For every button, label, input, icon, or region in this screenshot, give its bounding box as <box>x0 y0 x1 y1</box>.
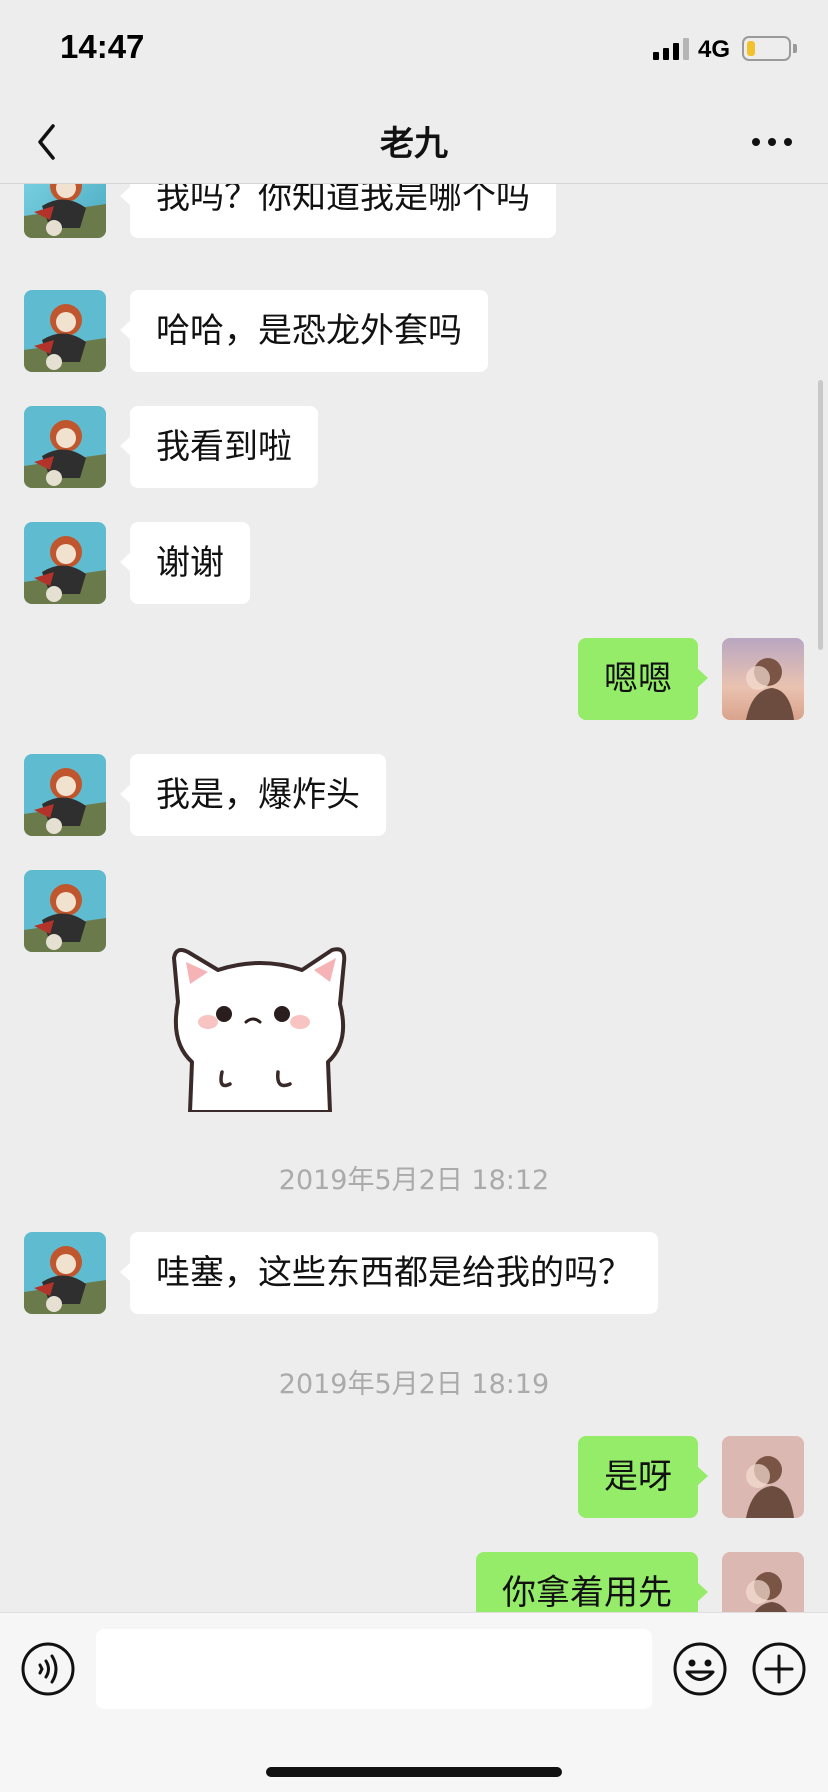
contact-avatar[interactable] <box>24 290 106 372</box>
chat-header: 老九 <box>0 100 828 184</box>
network-type: 4G <box>698 36 731 63</box>
battery-icon <box>742 36 791 61</box>
contact-avatar[interactable] <box>24 184 106 238</box>
message-input[interactable] <box>96 1629 652 1709</box>
white-cat-sticker[interactable] <box>160 922 360 1114</box>
status-time: 14:47 <box>60 28 145 65</box>
ellipsis-icon <box>752 138 792 146</box>
message-bubble-incoming[interactable]: 谢谢 <box>120 522 250 604</box>
message-list[interactable]: 我吗？你知道我是哪个吗 哈哈，是恐龙外套吗 我看到啦 谢谢 嗯嗯 我是，爆炸头 <box>0 184 828 1612</box>
scroll-indicator[interactable] <box>818 380 823 650</box>
battery-cap <box>793 44 797 53</box>
back-button[interactable] <box>22 114 78 170</box>
plus-circle-icon <box>752 1642 806 1696</box>
message-bubble-incoming[interactable]: 我吗？你知道我是哪个吗 <box>120 184 556 238</box>
contact-avatar[interactable] <box>24 754 106 836</box>
more-options-button[interactable] <box>742 114 802 170</box>
message-bubble-incoming[interactable]: 我是，爆炸头 <box>120 754 386 836</box>
contact-avatar[interactable] <box>24 522 106 604</box>
message-timestamp: 2019年5月2日 18:19 <box>278 1369 550 1400</box>
message-timestamp: 2019年5月2日 18:12 <box>278 1165 550 1196</box>
message-bubble-outgoing[interactable]: 是呀 <box>578 1436 708 1518</box>
user-avatar[interactable] <box>722 1436 804 1518</box>
battery-level-fill <box>747 41 755 56</box>
more-functions-button[interactable] <box>751 1641 807 1697</box>
user-avatar[interactable] <box>722 638 804 720</box>
chat-title: 老九 <box>380 124 448 164</box>
chevron-left-icon <box>38 124 55 160</box>
contact-avatar[interactable] <box>24 870 106 952</box>
message-bubble-incoming[interactable]: 哈哈，是恐龙外套吗 <box>120 290 488 372</box>
cellular-signal-icon <box>653 38 691 60</box>
input-bar <box>0 1612 828 1792</box>
message-bubble-outgoing[interactable]: 嗯嗯 <box>578 638 708 720</box>
message-bubble-incoming[interactable]: 我看到啦 <box>120 406 318 488</box>
emoji-button[interactable] <box>672 1641 728 1697</box>
voice-icon <box>21 1642 75 1696</box>
status-bar: 14:47 4G <box>0 0 828 100</box>
home-indicator[interactable] <box>266 1767 562 1777</box>
emoji-icon <box>673 1642 727 1696</box>
contact-avatar[interactable] <box>24 406 106 488</box>
user-avatar[interactable] <box>722 1552 804 1612</box>
message-bubble-outgoing[interactable]: 你拿着用先 <box>476 1552 708 1612</box>
message-bubble-incoming[interactable]: 哇塞，这些东西都是给我的吗？ <box>120 1232 658 1314</box>
voice-input-button[interactable] <box>20 1641 76 1697</box>
contact-avatar[interactable] <box>24 1232 106 1314</box>
